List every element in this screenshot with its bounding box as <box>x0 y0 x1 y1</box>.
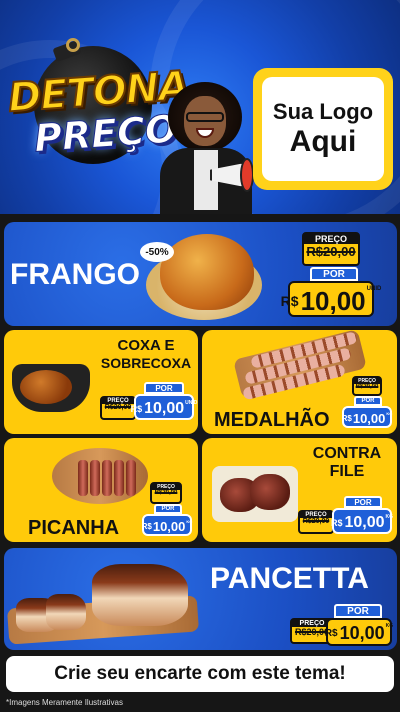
logo-placeholder-inner: Sua Logo Aqui <box>262 77 384 181</box>
logo-text-line1: Sua Logo <box>272 99 374 124</box>
new-price: R$ 10,00 UNID <box>130 394 198 420</box>
woman-with-megaphone-image <box>160 82 256 214</box>
steak-slice-image <box>114 460 124 496</box>
currency: R$ <box>324 628 338 639</box>
unit: UNID <box>366 286 382 292</box>
product-name-line1: COXA E <box>117 337 175 354</box>
logo-placeholder[interactable]: Sua Logo Aqui <box>253 68 393 190</box>
old-price-tag: PREÇO R$20,00 <box>302 232 360 266</box>
por-label: POR <box>354 396 382 406</box>
flyer-page: DETONA PREÇO Sua Logo Aqui FRANGO -50% P… <box>0 0 400 712</box>
old-price: R$20,00 <box>154 490 178 496</box>
logo-text-line2: Aqui <box>289 125 357 158</box>
pork-belly-slice-image <box>46 594 86 630</box>
por-label: POR <box>154 504 182 514</box>
cta-banner[interactable]: Crie seu encarte com este tema! <box>6 656 394 692</box>
steak-slice-image <box>90 460 100 496</box>
roast-chicken-image <box>160 234 254 310</box>
price-value: 10,00 <box>300 286 366 316</box>
discount-badge: -50% <box>140 242 174 262</box>
unit: KG <box>385 623 394 629</box>
price-value: 10,00 <box>352 411 386 426</box>
megaphone-icon <box>206 154 254 194</box>
product-name-line2: FILE <box>329 463 365 480</box>
steak-image <box>250 474 290 510</box>
unit: UNID <box>185 400 198 406</box>
product-name: MEDALHÃO <box>214 409 330 431</box>
por-label: POR <box>344 496 382 508</box>
product-card-picanha[interactable]: PREÇO R$20,00 POR R$ 10,00 KG PICANHA <box>4 438 198 542</box>
new-price: R$ 10,00 KG <box>324 618 394 646</box>
price-value: 10,00 <box>344 514 385 531</box>
currency: R$ <box>341 414 352 423</box>
old-price: R$20,00 <box>355 384 379 390</box>
product-card-contra-file[interactable]: CONTRA FILE PREÇO R$20,00 POR R$ 10,00 K… <box>202 438 397 542</box>
unit: KG <box>386 411 393 416</box>
steak-slice-image <box>126 460 136 496</box>
currency: R$ <box>330 518 343 528</box>
old-price: R$20,00 <box>306 244 356 259</box>
product-name-line2: SOBRECOXA <box>100 355 192 371</box>
old-price: R$20,00 <box>302 518 330 525</box>
product-name: FRANGO <box>10 258 140 291</box>
por-label: POR <box>144 382 184 394</box>
currency: R$ <box>130 404 143 414</box>
chicken-leg-image <box>20 370 72 404</box>
price-value: 10,00 <box>339 623 385 643</box>
por-label: POR <box>310 267 358 281</box>
header: DETONA PREÇO Sua Logo Aqui <box>0 0 400 214</box>
product-name-line1: CONTRA <box>312 445 382 462</box>
pork-belly-image <box>92 564 188 626</box>
product-card-coxa-sobrecoxa[interactable]: COXA E SOBRECOXA PREÇO R$20,00 POR R$ 10… <box>4 330 198 434</box>
product-name: PICANHA <box>28 517 120 539</box>
glasses-icon <box>186 112 224 122</box>
old-price-tag: PREÇO R$20,00 <box>150 482 182 504</box>
old-price: R$20,00 <box>104 404 132 411</box>
bomb-fuse <box>66 38 80 52</box>
currency: R$ <box>280 292 299 309</box>
por-label: POR <box>334 604 382 618</box>
steak-slice-image <box>78 460 88 496</box>
new-price: R$ 10,00 KG <box>342 406 392 428</box>
new-price: R$ 10,00 UNID <box>281 281 381 317</box>
product-card-frango[interactable]: FRANGO -50% PREÇO R$20,00 POR R$ 10,00 U… <box>4 222 397 326</box>
new-price: R$ 10,00 KG <box>330 508 394 534</box>
unit: KG <box>385 514 394 520</box>
preco-label: PREÇO <box>304 234 358 244</box>
products-area: FRANGO -50% PREÇO R$20,00 POR R$ 10,00 U… <box>0 214 400 712</box>
footnote: *Imagens Meramente Ilustrativas <box>6 698 123 707</box>
price-value: 10,00 <box>152 519 186 534</box>
product-name: PANCETTA <box>210 562 369 595</box>
product-card-pancetta[interactable]: PANCETTA POR PREÇO R$20,00 R$ 10,00 KG <box>4 548 397 650</box>
old-price-tag: PREÇO R$20,00 <box>298 510 334 534</box>
unit: KG <box>186 519 193 524</box>
currency: R$ <box>141 522 152 531</box>
new-price: R$ 10,00 KG <box>142 514 192 536</box>
price-value: 10,00 <box>144 400 185 417</box>
steak-slice-image <box>102 460 112 496</box>
title-preco: PREÇO <box>32 106 179 161</box>
product-card-medalhao[interactable]: PREÇO R$20,00 POR R$ 10,00 KG MEDALHÃO <box>202 330 397 434</box>
megaphone-rim <box>240 158 254 192</box>
old-price-tag: PREÇO R$20,00 <box>352 376 382 396</box>
